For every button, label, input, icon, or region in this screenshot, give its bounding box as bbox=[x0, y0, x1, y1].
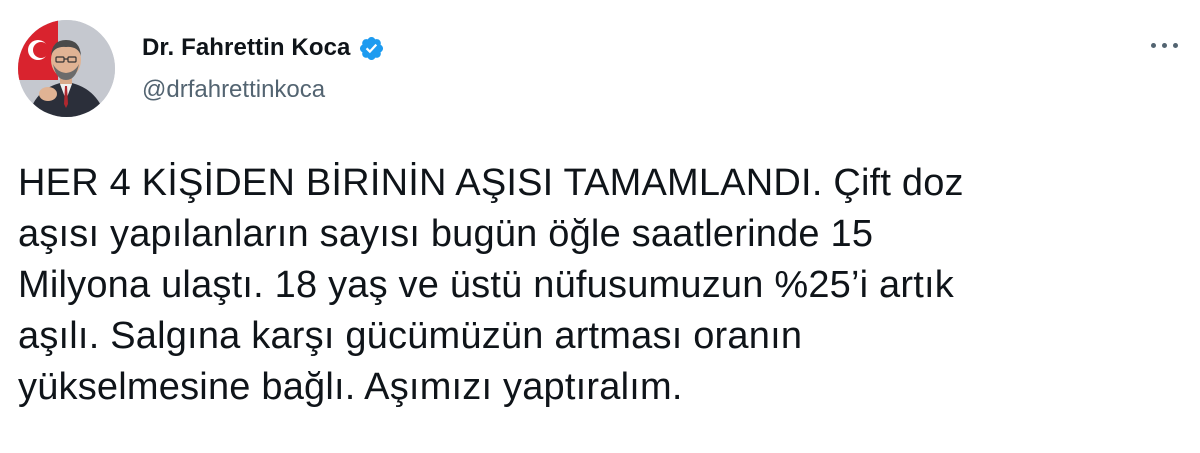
profile-photo bbox=[18, 20, 115, 117]
dot bbox=[1161, 42, 1167, 48]
dot bbox=[1172, 42, 1178, 48]
tweet-text: HER 4 KİŞİDEN BİRİNİN AŞISI TAMAMLANDI. … bbox=[18, 162, 964, 408]
author-name-row: Dr. Fahrettin Koca bbox=[142, 34, 385, 62]
dot bbox=[1150, 42, 1156, 48]
author-handle[interactable]: @drfahrettinkoca bbox=[142, 76, 325, 104]
verified-badge-icon bbox=[359, 36, 383, 60]
more-options-icon[interactable] bbox=[1144, 30, 1184, 60]
avatar[interactable] bbox=[18, 20, 115, 117]
author-display-name[interactable]: Dr. Fahrettin Koca bbox=[142, 34, 351, 62]
